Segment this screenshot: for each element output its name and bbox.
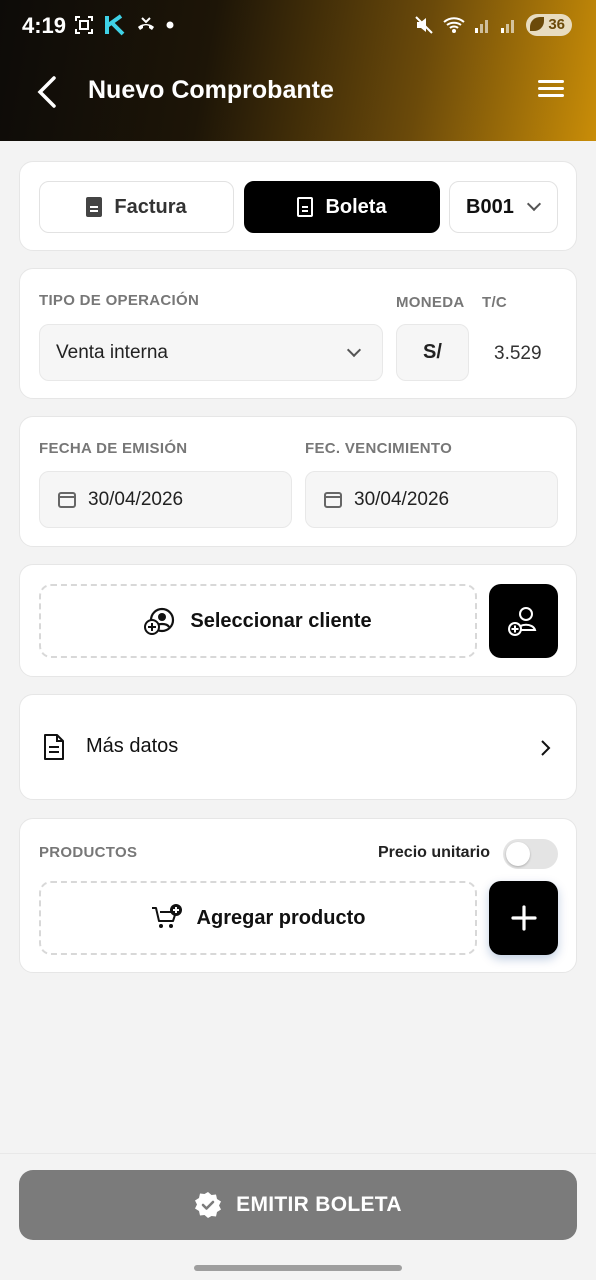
app-header: 4:19 36 Nuevo Comprobante bbox=[0, 0, 596, 141]
client-card: Seleccionar cliente bbox=[19, 564, 577, 677]
select-client-button[interactable]: Seleccionar cliente bbox=[39, 584, 477, 658]
page-title: Nuevo Comprobante bbox=[88, 76, 334, 104]
wifi-icon bbox=[443, 17, 465, 33]
moneda-select[interactable]: S/ bbox=[396, 324, 469, 381]
tab-factura-label: Factura bbox=[114, 195, 187, 218]
person-add-icon bbox=[507, 607, 536, 636]
moneda-value: S/ bbox=[423, 341, 442, 363]
tc-label: T/C bbox=[482, 294, 508, 311]
home-indicator[interactable] bbox=[194, 1265, 402, 1271]
chevron-right-icon bbox=[541, 740, 551, 756]
status-time: 4:19 bbox=[22, 13, 67, 38]
products-label: PRODUCTOS bbox=[39, 844, 138, 861]
emit-button[interactable]: EMITIR BOLETA bbox=[19, 1170, 577, 1240]
menu-button[interactable] bbox=[538, 80, 564, 102]
new-client-button[interactable] bbox=[489, 584, 558, 658]
emit-button-label: EMITIR BOLETA bbox=[236, 1193, 402, 1216]
signal-icon bbox=[475, 20, 489, 33]
products-card: PRODUCTOS Precio unitario Agregar produc… bbox=[19, 818, 577, 973]
tc-value: 3.529 bbox=[494, 343, 542, 364]
notification-dot-icon bbox=[166, 21, 174, 29]
select-client-label: Seleccionar cliente bbox=[190, 609, 372, 632]
document-type-card: Factura Boleta B001 bbox=[19, 161, 577, 251]
chevron-down-icon bbox=[526, 196, 542, 212]
verified-badge-icon bbox=[195, 1192, 222, 1218]
fecha-vencimiento-value: 30/04/2026 bbox=[354, 488, 450, 510]
battery-level: 36 bbox=[548, 16, 565, 33]
battery-saver-icon bbox=[530, 17, 545, 31]
operation-card: TIPO DE OPERACIÓN MONEDA T/C Venta inter… bbox=[19, 268, 577, 399]
app-k-icon bbox=[105, 14, 125, 36]
fecha-vencimiento-field[interactable]: 30/04/2026 bbox=[305, 471, 558, 528]
unit-price-label: Precio unitario bbox=[378, 844, 491, 861]
document-outline-icon bbox=[44, 734, 64, 760]
fecha-emision-label: FECHA DE EMISIÓN bbox=[39, 440, 188, 457]
tab-boleta-label: Boleta bbox=[325, 195, 387, 218]
unit-price-toggle[interactable] bbox=[503, 839, 558, 869]
fecha-vencimiento-label: FEC. VENCIMIENTO bbox=[305, 440, 453, 457]
fecha-emision-value: 30/04/2026 bbox=[88, 488, 184, 510]
status-right-icons: 36 bbox=[414, 14, 572, 36]
mute-icon bbox=[415, 16, 434, 34]
add-product-label: Agregar producto bbox=[196, 906, 366, 929]
tipo-operacion-value: Venta interna bbox=[56, 341, 168, 363]
calendar-icon bbox=[58, 491, 76, 508]
status-bar: 4:19 36 bbox=[0, 0, 596, 52]
fecha-emision-field[interactable]: 30/04/2026 bbox=[39, 471, 292, 528]
dates-card: FECHA DE EMISIÓN FEC. VENCIMIENTO 30/04/… bbox=[19, 416, 577, 547]
tab-boleta[interactable]: Boleta bbox=[244, 181, 440, 233]
moneda-label: MONEDA bbox=[396, 294, 465, 311]
add-product-button[interactable]: Agregar producto bbox=[39, 881, 477, 955]
serie-select[interactable]: B001 bbox=[449, 181, 558, 233]
serie-value: B001 bbox=[466, 195, 514, 218]
arrow-back-icon bbox=[37, 76, 56, 108]
tipo-operacion-label: TIPO DE OPERACIÓN bbox=[39, 292, 200, 309]
plus-icon bbox=[510, 905, 537, 931]
more-data-row[interactable]: Más datos bbox=[19, 694, 577, 800]
more-data-label: Más datos bbox=[86, 735, 179, 757]
document-icon bbox=[86, 197, 103, 217]
menu-icon bbox=[538, 80, 564, 83]
battery-icon: 36 bbox=[526, 14, 572, 36]
missed-call-icon bbox=[138, 17, 154, 30]
user-add-icon bbox=[144, 607, 175, 635]
signal-icon-2 bbox=[501, 20, 515, 33]
quick-add-product-button[interactable] bbox=[489, 881, 558, 955]
back-button[interactable] bbox=[30, 72, 66, 112]
cart-add-icon bbox=[151, 904, 182, 928]
chevron-down-icon bbox=[346, 342, 362, 358]
calendar-icon bbox=[324, 491, 342, 508]
document-icon bbox=[297, 197, 314, 217]
tipo-operacion-select[interactable]: Venta interna bbox=[39, 324, 383, 381]
tab-factura[interactable]: Factura bbox=[39, 181, 234, 233]
status-left-icons bbox=[74, 14, 174, 36]
screenshot-icon bbox=[75, 16, 93, 34]
